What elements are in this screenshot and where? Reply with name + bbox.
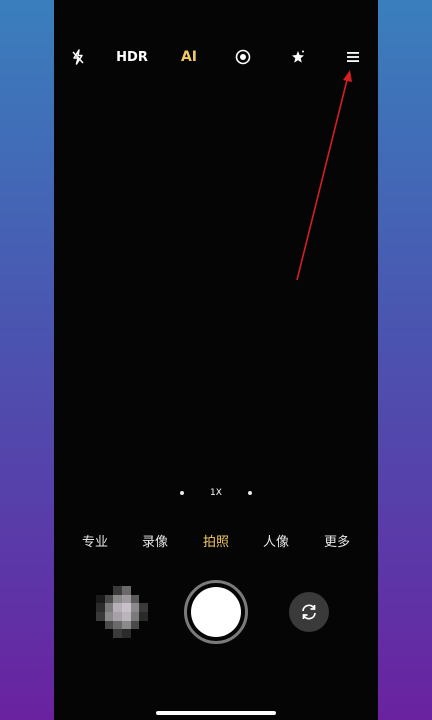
switch-camera-icon xyxy=(302,604,316,620)
zoom-level[interactable]: 1X xyxy=(206,484,226,502)
live-photo-icon xyxy=(235,49,251,65)
hdr-label: HDR xyxy=(116,49,148,65)
gallery-thumbnail[interactable] xyxy=(96,586,148,638)
magic-star-icon xyxy=(292,50,304,63)
zoom-dot-left[interactable] xyxy=(180,491,184,495)
shutter-button[interactable] xyxy=(184,580,248,644)
mode-more[interactable]: 更多 xyxy=(317,532,357,554)
mode-video[interactable]: 录像 xyxy=(135,532,175,554)
hdr-button[interactable]: HDR xyxy=(116,44,148,70)
switch-camera-button[interactable] xyxy=(289,592,329,632)
top-toolbar: HDR AI xyxy=(54,44,378,70)
ai-label: AI xyxy=(180,49,198,65)
mode-selector: 专业 录像 拍照 人像 更多 xyxy=(54,532,378,554)
home-indicator[interactable] xyxy=(156,711,276,715)
flash-off-icon xyxy=(72,49,84,65)
flash-off-button[interactable] xyxy=(68,44,88,70)
live-photo-button[interactable] xyxy=(234,44,252,70)
hamburger-menu-icon xyxy=(347,52,359,62)
zoom-selector[interactable]: 1X xyxy=(54,484,378,502)
zoom-dot-right[interactable] xyxy=(248,491,252,495)
beauty-button[interactable] xyxy=(289,44,307,70)
shutter-inner xyxy=(191,587,241,637)
menu-button[interactable] xyxy=(344,44,362,70)
camera-screen: HDR AI 1X 专业 录像 拍照 人像 更多 xyxy=(54,0,378,720)
mode-pro[interactable]: 专业 xyxy=(75,532,115,554)
ai-button[interactable]: AI xyxy=(177,44,201,70)
mode-photo[interactable]: 拍照 xyxy=(196,532,236,554)
mode-portrait[interactable]: 人像 xyxy=(256,532,296,554)
